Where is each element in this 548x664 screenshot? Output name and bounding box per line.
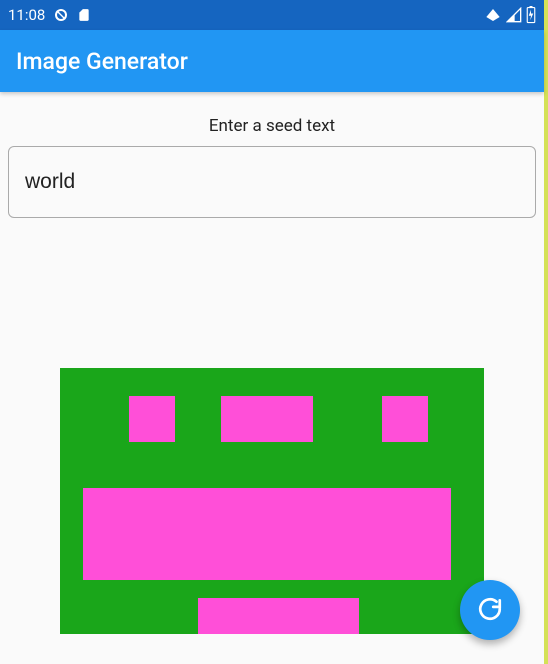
signal-icon [506,7,522,23]
app-bar: Image Generator [0,30,544,92]
status-time: 11:08 [8,6,45,24]
wifi-icon [484,7,502,23]
seed-label: Enter a seed text [4,116,540,136]
generated-image-area [4,368,540,634]
sd-card-icon [77,7,91,23]
no-sign-icon [53,7,69,23]
content-area: Enter a seed text [0,92,544,634]
refresh-icon [477,596,503,625]
generated-image [60,368,484,634]
refresh-button[interactable] [460,580,520,640]
status-bar: 11:08 [0,0,544,30]
seed-input[interactable] [8,146,536,218]
battery-charging-icon [526,6,536,24]
app-title: Image Generator [16,48,188,75]
